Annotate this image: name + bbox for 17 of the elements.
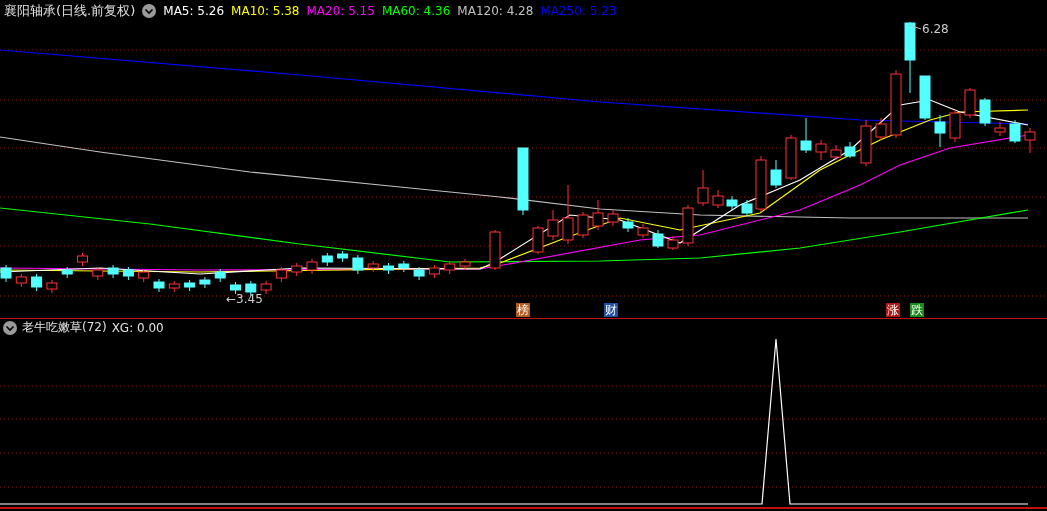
- moving-average-reading: MA60: 4.36: [381, 4, 451, 18]
- moving-average-reading: MA120: 4.28: [457, 4, 534, 18]
- indicator-title: 老牛吃嫩草(72): [22, 319, 107, 336]
- event-marker[interactable]: 榜: [516, 303, 530, 317]
- moving-average-reading: MA250: 5.23: [540, 4, 617, 18]
- moving-average-reading: MA10: 5.38: [231, 4, 300, 18]
- indicator-reading: XG: 0.00: [111, 320, 164, 335]
- event-marker[interactable]: 财: [604, 303, 618, 317]
- event-marker[interactable]: 跌: [910, 303, 924, 317]
- dropdown-icon[interactable]: [3, 320, 17, 335]
- dropdown-icon[interactable]: [142, 4, 157, 18]
- high-price-label: 6.28: [922, 22, 949, 36]
- stock-title: 襄阳轴承(日线.前复权): [4, 2, 136, 20]
- low-price-label: ←3.45: [226, 292, 263, 306]
- moving-average-reading: MA20: 5.15: [306, 4, 375, 18]
- moving-average-reading: MA5: 5.26: [163, 4, 225, 18]
- event-marker[interactable]: 涨: [886, 303, 900, 317]
